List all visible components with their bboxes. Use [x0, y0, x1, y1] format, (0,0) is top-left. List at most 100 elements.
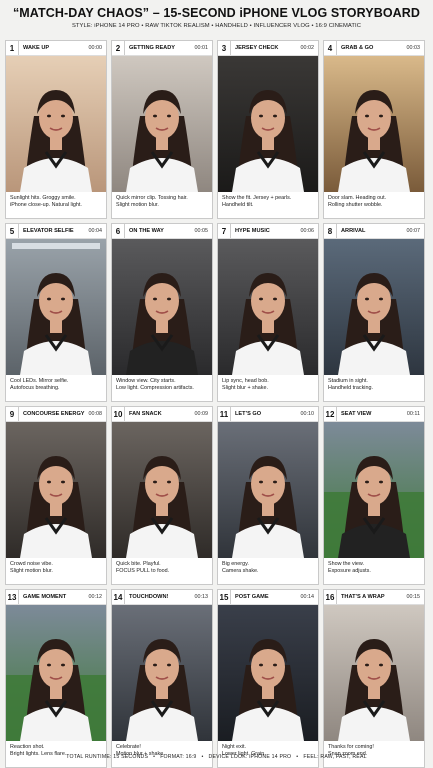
panel-caption-line: Quick bite. Playful. — [116, 561, 161, 567]
panel-caption-line: Show the view. — [328, 561, 364, 567]
panel-caption-line: Low light. Compression artifacts. — [116, 385, 194, 391]
storyboard-panel: 14 TOUCHDOWN! 00:13 Celebrate! Motion blur … — [111, 589, 213, 768]
panel-title: ON THE WAY — [129, 228, 164, 234]
panel-header: 5 ELEVATOR SELFIE 00:04 — [6, 224, 106, 239]
panel-caption: Lip sync, head bob. Slight blur + shake. — [218, 375, 318, 401]
panel-timecode: 00:08 — [88, 411, 103, 417]
panel-frame-illustration — [112, 56, 212, 192]
panel-caption-line: Big energy. — [222, 561, 249, 567]
panel-caption: Crowd noise vibe. Slight motion blur. — [6, 558, 106, 584]
panel-title: ELEVATOR SELFIE — [23, 228, 74, 234]
panel-caption-line: iPhone close-up. Natural light. — [10, 202, 82, 208]
panel-caption: Stadium in sight. Handheld tracking. — [324, 375, 424, 401]
storyboard-panel: 2 GETTING READY 00:01 Quick mirror clip. T… — [111, 40, 213, 219]
panel-number: 2 — [112, 41, 125, 55]
storyboard-header: “MATCH-DAY CHAOS” – 15-SECOND iPHONE VLO… — [0, 4, 433, 29]
panel-header: 9 CONCOURSE ENERGY 00:08 — [6, 407, 106, 422]
panel-frame — [324, 422, 424, 558]
panel-frame — [324, 239, 424, 375]
panel-frame-illustration — [324, 605, 424, 741]
panel-number: 3 — [218, 41, 231, 55]
panel-title: WAKE UP — [23, 45, 50, 51]
panel-timecode: 00:09 — [194, 411, 209, 417]
panel-header: 3 JERSEY CHECK 00:02 — [218, 41, 318, 56]
panel-title: ARRIVAL — [341, 228, 366, 234]
panel-number: 1 — [6, 41, 19, 55]
panel-frame-illustration — [6, 239, 106, 375]
panel-timecode: 00:02 — [300, 45, 315, 51]
panel-timecode: 00:06 — [300, 228, 315, 234]
panel-caption-line: Lip sync, head bob. — [222, 378, 269, 384]
storyboard-panel: 15 POST GAME 00:14 Night exit. Lower light.… — [217, 589, 319, 768]
panel-caption-line: Reaction shot. — [10, 744, 45, 750]
panel-caption-line: Camera shake. — [222, 568, 259, 574]
panel-frame-illustration — [324, 239, 424, 375]
storyboard-title: “MATCH-DAY CHAOS” – 15-SECOND iPHONE VLO… — [12, 6, 421, 20]
panel-caption: Show the fit. Jersey + pearls. Handheld t… — [218, 192, 318, 218]
panel-caption-line: Crowd noise vibe. — [10, 561, 53, 567]
panel-caption-line: Window view. City starts. — [116, 378, 176, 384]
storyboard-panel: 16 THAT’S A WRAP 00:15 Thanks for coming! S… — [323, 589, 425, 768]
panel-frame-illustration — [218, 422, 318, 558]
panel-caption-line: Rolling shutter wobble. — [328, 202, 383, 208]
panel-header: 2 GETTING READY 00:01 — [112, 41, 212, 56]
panel-frame-illustration — [6, 605, 106, 741]
panel-caption-line: Stadium in sight. — [328, 378, 368, 384]
panel-caption-line: Slight blur + shake. — [222, 385, 268, 391]
panel-caption-line: Exposure adjusts. — [328, 568, 371, 574]
storyboard-grid: 1 WAKE UP 00:00 Sunlight hits. Groggy smil… — [5, 40, 427, 768]
panel-timecode: 00:00 — [88, 45, 103, 51]
panel-header: 15 POST GAME 00:14 — [218, 590, 318, 605]
panel-title: HYPE MUSIC — [235, 228, 270, 234]
panel-frame — [218, 422, 318, 558]
panel-number: 14 — [112, 590, 125, 604]
panel-header: 6 ON THE WAY 00:05 — [112, 224, 212, 239]
panel-frame — [324, 56, 424, 192]
panel-timecode: 00:14 — [300, 594, 315, 600]
panel-frame-illustration — [6, 56, 106, 192]
panel-title: FAN SNACK — [129, 411, 162, 417]
panel-number: 9 — [6, 407, 19, 421]
panel-timecode: 00:03 — [406, 45, 421, 51]
panel-number: 13 — [6, 590, 19, 604]
panel-frame — [6, 422, 106, 558]
panel-frame-illustration — [112, 605, 212, 741]
panel-number: 15 — [218, 590, 231, 604]
panel-timecode: 00:11 — [406, 411, 420, 417]
storyboard-panel: 11 LET’S GO 00:10 Big energy. Camera shake. — [217, 406, 319, 585]
storyboard-panel: 5 ELEVATOR SELFIE 00:04 Cool LEDs. Mirror … — [5, 223, 107, 402]
panel-number: 12 — [324, 407, 337, 421]
storyboard-panel: 8 ARRIVAL 00:07 Stadium in sight. Handheld … — [323, 223, 425, 402]
panel-header: 13 GAME MOMENT 00:12 — [6, 590, 106, 605]
storyboard-subtitle: STYLE: iPHONE 14 PRO • RAW TIKTOK REALIS… — [71, 23, 362, 29]
storyboard-panel: 6 ON THE WAY 00:05 Window view. City start… — [111, 223, 213, 402]
panel-caption: Window view. City starts. Low light. Comp… — [112, 375, 212, 401]
panel-caption-line: Sunlight hits. Groggy smile. — [10, 195, 76, 201]
footer-device: DEVICE LOOK: iPHONE 14 PRO — [208, 754, 292, 760]
panel-caption-line: Cool LEDs. Mirror selfie. — [10, 378, 69, 384]
panel-number: 8 — [324, 224, 337, 238]
panel-header: 8 ARRIVAL 00:07 — [324, 224, 424, 239]
panel-frame-illustration — [218, 239, 318, 375]
panel-number: 10 — [112, 407, 125, 421]
panel-caption-line: Autofocus breathing. — [10, 385, 60, 391]
panel-timecode: 00:05 — [194, 228, 209, 234]
panel-timecode: 00:12 — [88, 594, 103, 600]
panel-frame — [112, 239, 212, 375]
storyboard-panel: 9 CONCOURSE ENERGY 00:08 Crowd noise vibe.… — [5, 406, 107, 585]
storyboard-footer: TOTAL RUNTIME: 15 SECONDS • FORMAT: 16:9 • D… — [66, 754, 367, 760]
panel-title: GRAB & GO — [341, 45, 374, 51]
panel-title: TOUCHDOWN! — [129, 594, 169, 600]
panel-header: 1 WAKE UP 00:00 — [6, 41, 106, 56]
panel-caption: Show the view. Exposure adjusts. — [324, 558, 424, 584]
storyboard-panel: 4 GRAB & GO 00:03 Door slam. Heading out. R… — [323, 40, 425, 219]
panel-title: POST GAME — [235, 594, 269, 600]
panel-caption-line: FOCUS PULL to food. — [116, 568, 170, 574]
panel-caption-line: Celebrate! — [116, 744, 141, 750]
panel-frame — [112, 422, 212, 558]
panel-frame — [218, 605, 318, 741]
panel-frame — [324, 605, 424, 741]
panel-frame — [6, 56, 106, 192]
panel-frame — [6, 605, 106, 741]
panel-title: GETTING READY — [129, 45, 175, 51]
